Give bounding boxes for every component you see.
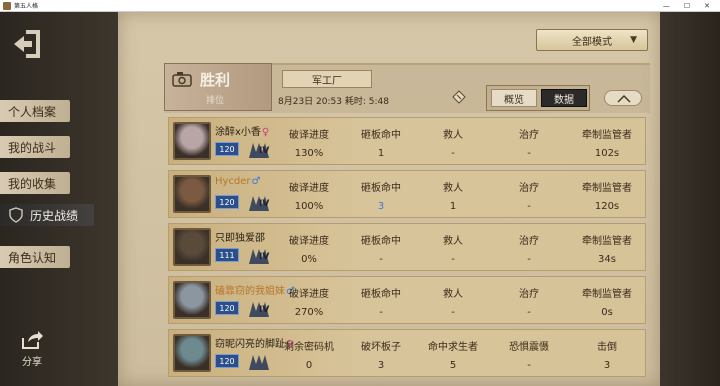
stat-header: 牵制监管者 (582, 130, 632, 141)
stat-header: 救人 (443, 183, 463, 194)
stat-value: - (451, 148, 455, 159)
stat-value: - (451, 254, 455, 265)
game-viewport: 个人档案 我的战斗 我的收集 历史战绩 角色认知 分享 全部模式 ▼ 胜利 排位… (0, 12, 720, 386)
level-badge: 120 (215, 301, 239, 315)
stat-value: - (527, 254, 531, 265)
avatar[interactable] (173, 228, 211, 266)
collapse-button[interactable] (604, 90, 642, 106)
stat-value: 1 (449, 201, 457, 212)
level-badge: 111 (215, 248, 239, 262)
exit-icon[interactable] (10, 26, 48, 62)
stat-header: 救人 (443, 289, 463, 300)
player-row[interactable]: Hycder♂ 120 IV 破译进度 100% 砸板命中 3 救人 1 治疗 - 牵制监管者 120s (168, 170, 646, 218)
stat-value: - (527, 360, 531, 371)
match-time: 8月23日 20:53 耗时: 5:48 (278, 97, 389, 107)
level-badge: 120 (215, 142, 239, 156)
level-badge: 120 (215, 354, 239, 368)
stat-value: 3 (603, 360, 611, 371)
avatar[interactable] (173, 122, 211, 160)
window-titlebar: 第五人格 — ☐ ✕ (0, 0, 720, 12)
player-name: 涂醉x小香♀ (215, 127, 270, 138)
stat-value: - (527, 307, 531, 318)
mode-select[interactable]: 全部模式 ▼ (536, 29, 648, 51)
stat-value: 102s (594, 148, 620, 159)
stat-value: - (451, 307, 455, 318)
window-controls: — ☐ ✕ (663, 2, 710, 10)
stat-header: 救人 (443, 236, 463, 247)
avatar[interactable] (173, 334, 211, 372)
nav-item-profile[interactable]: 个人档案 (0, 100, 70, 122)
avatar[interactable] (173, 175, 211, 213)
shield-icon (9, 207, 23, 223)
stat-header: 治疗 (519, 183, 539, 194)
stat-header: 治疗 (519, 130, 539, 141)
share-button[interactable]: 分享 (14, 330, 50, 368)
player-row[interactable]: 涂醉x小香♀ 120 IV 破译进度 130% 砸板命中 1 救人 - 治疗 - 牵制监管者 102s (168, 117, 646, 165)
stat-value: 5 (449, 360, 457, 371)
player-name: 只即独爱邵 (215, 233, 265, 244)
left-rail: 个人档案 我的战斗 我的收集 历史战绩 角色认知 分享 (0, 12, 120, 386)
stat-header: 牵制监管者 (582, 183, 632, 194)
right-shadow (660, 12, 720, 386)
stat-value: 34s (598, 254, 616, 265)
player-row[interactable]: 窃昵闪亮的脚趾♀ 120 剩余密码机 0 破坏板子 3 命中求生者 5 恐惧震慑 - 击倒 3 (168, 329, 646, 377)
nav-item-collection[interactable]: 我的收集 (0, 172, 70, 194)
window-title: 第五人格 (14, 3, 39, 10)
stat-value: 0s (601, 307, 613, 318)
nav-item-history[interactable]: 历史战绩 (0, 204, 94, 226)
tab-overview[interactable]: 概览 (491, 89, 537, 107)
stat-header: 命中求生者 (428, 342, 478, 353)
chevron-up-icon (617, 94, 631, 103)
report-icon[interactable] (450, 88, 468, 106)
stat-header: 恐惧震慑 (509, 342, 549, 353)
male-icon: ♂ (251, 176, 261, 187)
stat-header: 救人 (443, 130, 463, 141)
stat-header: 治疗 (519, 236, 539, 247)
stat-header: 牵制监管者 (582, 289, 632, 300)
match-result: 胜利 (200, 71, 231, 89)
player-name: Hycder♂ (215, 176, 261, 187)
match-mode: 排位 (206, 96, 225, 106)
stat-value: - (527, 201, 531, 212)
chevron-down-icon: ▼ (630, 35, 637, 45)
avatar[interactable] (173, 281, 211, 319)
stat-header: 击倒 (597, 342, 617, 353)
map-name: 军工厂 (282, 70, 372, 88)
app-icon (3, 1, 11, 10)
tab-data[interactable]: 数据 (541, 89, 587, 107)
level-badge: 120 (215, 195, 239, 209)
share-icon (22, 331, 43, 349)
stat-header: 牵制监管者 (582, 236, 632, 247)
view-tabs: 概览 数据 (486, 85, 590, 111)
player-row[interactable]: 磕靠窃的我姐妹♂ 120 IV 破译进度 270% 砸板命中 - 救人 - 治疗 - 牵制监管者 0s (168, 276, 646, 324)
maximize-icon[interactable]: ☐ (684, 2, 690, 10)
minimize-icon[interactable]: — (663, 2, 670, 10)
stat-header: 治疗 (519, 289, 539, 300)
stat-value: 120s (594, 201, 620, 212)
nav-item-character[interactable]: 角色认知 (0, 246, 70, 268)
player-row[interactable]: 只即独爱邵 111 IV 破译进度 0% 砸板命中 - 救人 - 治疗 - 牵制监管者 34s (168, 223, 646, 271)
camera-icon (172, 72, 192, 87)
stat-value: - (527, 148, 531, 159)
close-icon[interactable]: ✕ (704, 2, 710, 10)
nav-item-battle[interactable]: 我的战斗 (0, 136, 70, 158)
